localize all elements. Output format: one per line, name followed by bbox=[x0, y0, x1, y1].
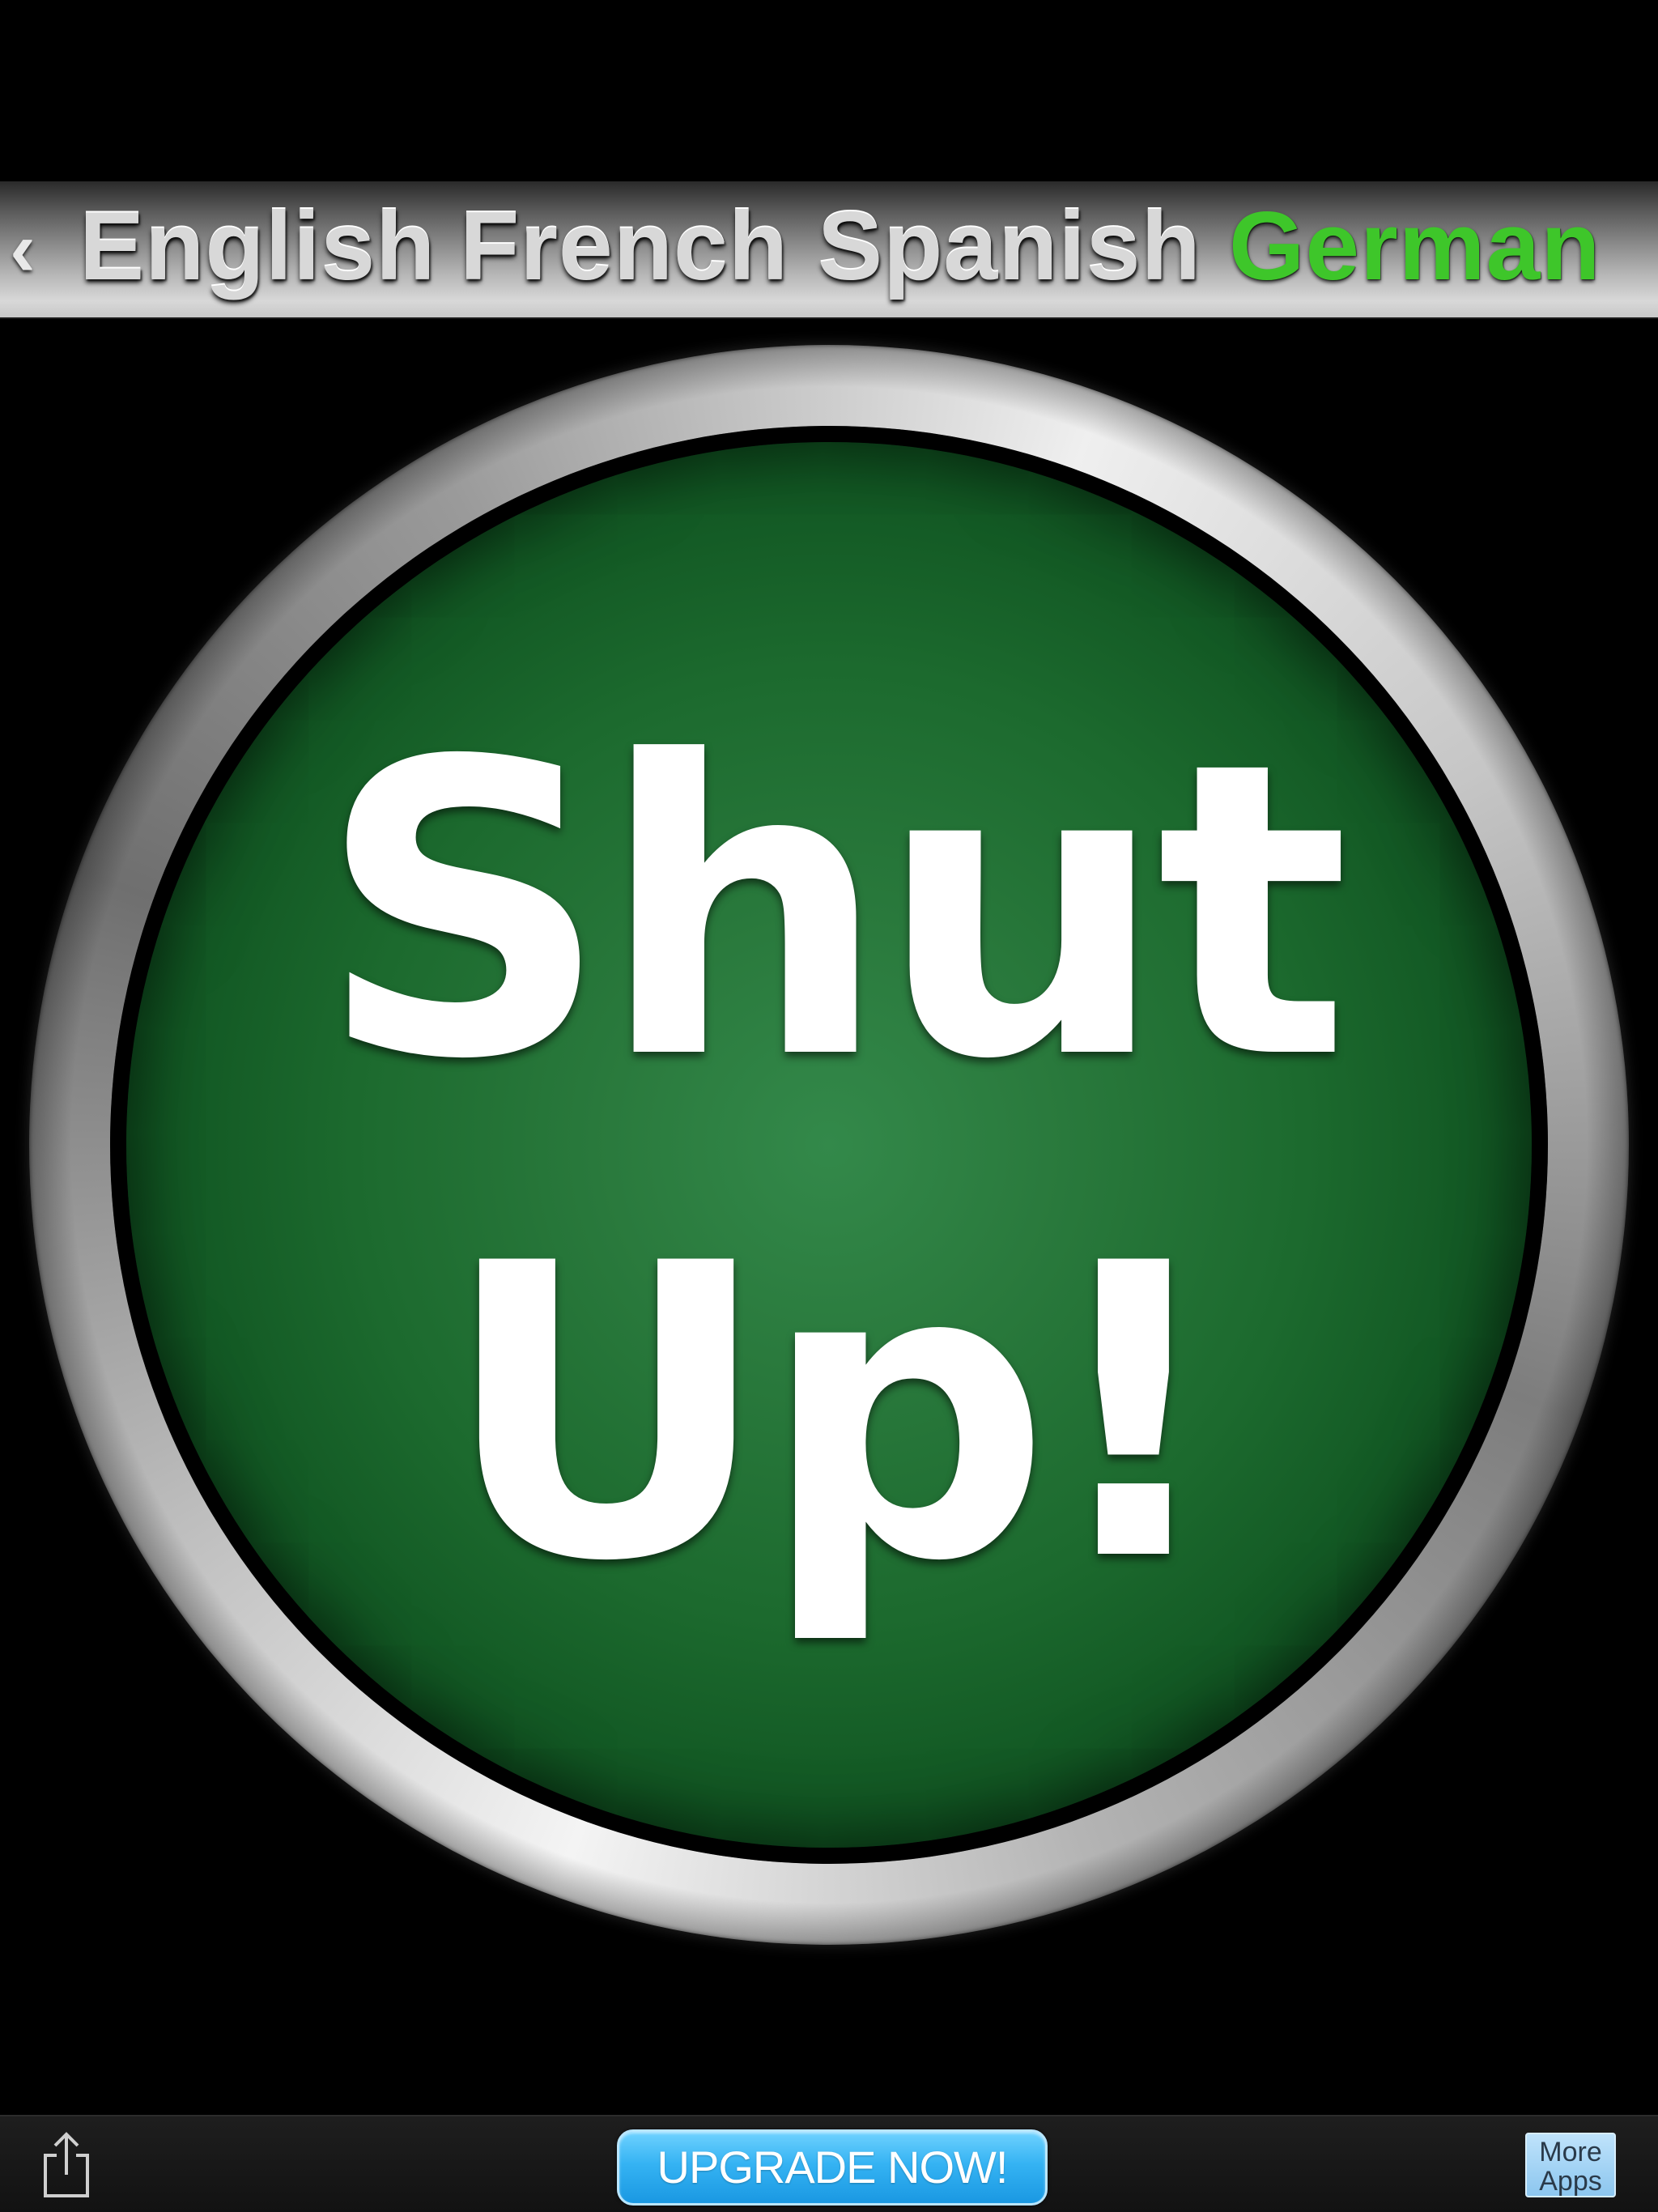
button-label-line2: Up! bbox=[442, 1178, 1226, 1649]
button-face: Shut Up! bbox=[126, 442, 1532, 1848]
button-label-line1: Shut bbox=[317, 676, 1350, 1147]
share-button[interactable] bbox=[39, 2131, 94, 2199]
bottom-toolbar: UPGRADE NOW! More Apps bbox=[0, 2115, 1658, 2212]
language-option-spanish[interactable]: Spanish bbox=[818, 181, 1201, 317]
upgrade-now-button[interactable]: UPGRADE NOW! bbox=[617, 2129, 1048, 2206]
shut-up-button[interactable]: Shut Up! bbox=[29, 345, 1629, 1945]
more-apps-label-line1: More bbox=[1539, 2137, 1602, 2167]
language-selector-bar: ‹ English French Spanish German bbox=[0, 181, 1658, 319]
app-screen: ‹ English French Spanish German Shut Up!… bbox=[0, 0, 1658, 2212]
language-option-english[interactable]: English bbox=[79, 181, 436, 317]
share-icon bbox=[44, 2132, 89, 2197]
more-apps-button[interactable]: More Apps bbox=[1525, 2133, 1616, 2197]
more-apps-label-line2: Apps bbox=[1539, 2166, 1602, 2197]
language-option-german[interactable]: German bbox=[1229, 181, 1601, 317]
language-option-french[interactable]: French bbox=[460, 181, 789, 317]
chevron-left-icon[interactable]: ‹ bbox=[10, 181, 36, 317]
